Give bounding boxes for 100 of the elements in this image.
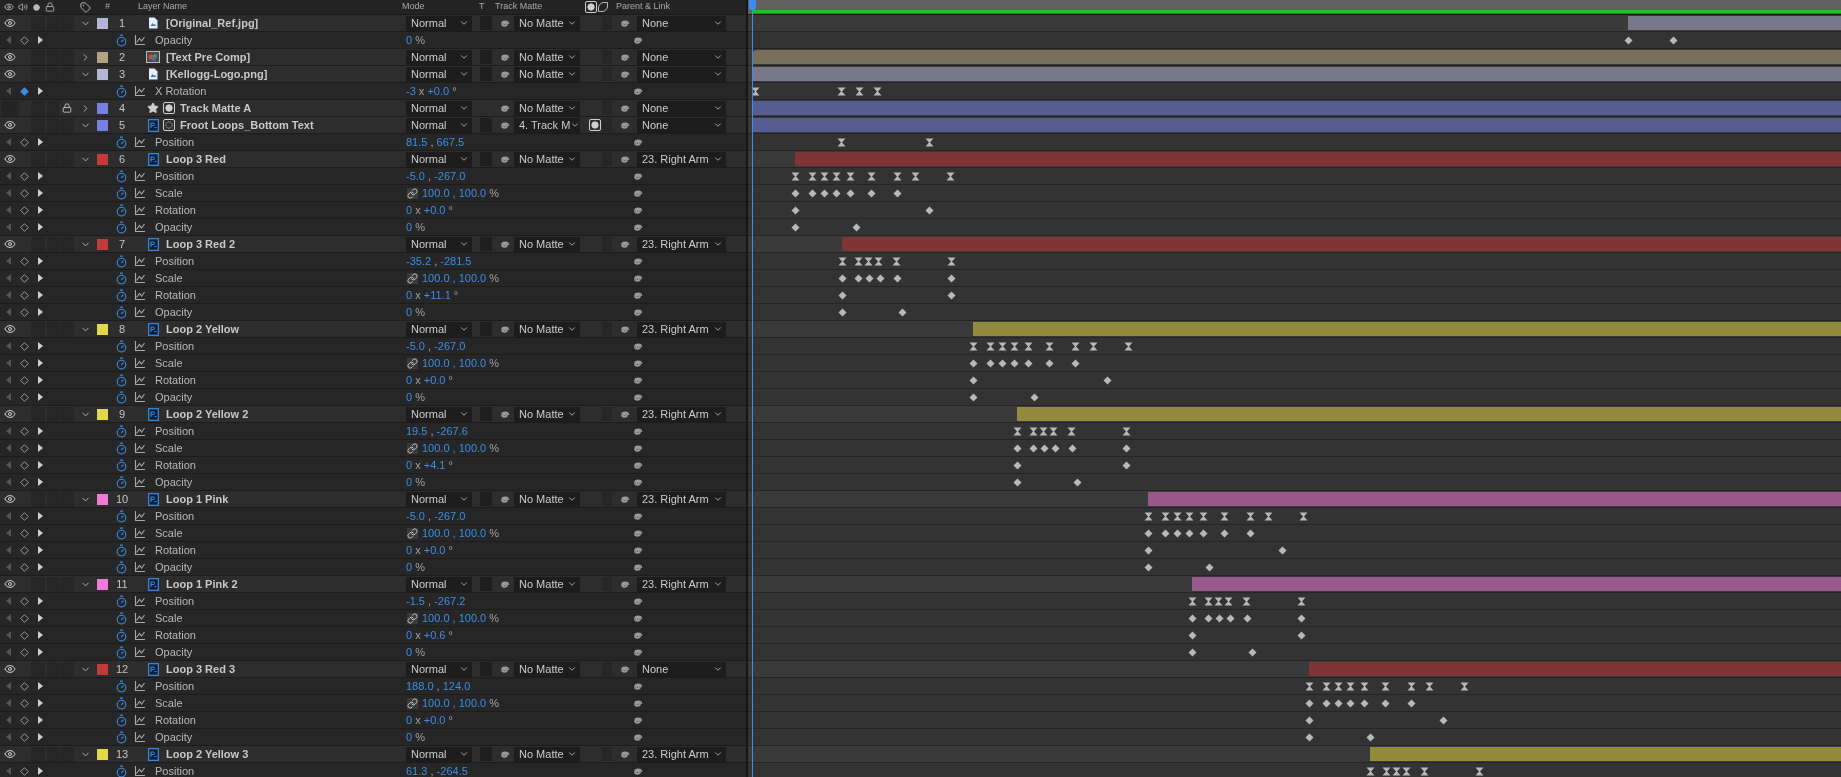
layer-name[interactable]: Loop 3 Red	[166, 150, 226, 168]
column-header[interactable]: T	[479, 0, 495, 14]
property-value[interactable]: 100.0 , 100.0 %	[422, 440, 500, 456]
keyframe-icon[interactable]	[852, 223, 861, 232]
blend-mode-dropdown[interactable]: Normal	[406, 576, 472, 592]
column-header[interactable]: Track Matte	[495, 0, 585, 14]
next-keyframe-icon[interactable]	[38, 359, 43, 367]
property-value[interactable]: 0 x +0.6 °	[406, 627, 453, 643]
stopwatch-icon[interactable]	[115, 305, 128, 319]
label-swatch[interactable]	[97, 663, 108, 675]
track-matte-dropdown[interactable]: No Matte	[514, 236, 580, 252]
graph-icon[interactable]	[134, 697, 146, 709]
next-keyframe-icon[interactable]	[38, 393, 43, 401]
stopwatch-icon[interactable]	[115, 475, 128, 489]
graph-icon[interactable]	[134, 425, 146, 437]
keyframe-toggle[interactable]	[20, 511, 29, 521]
property-value[interactable]: 188.0 , 124.0	[406, 678, 471, 694]
label-swatch[interactable]	[97, 68, 108, 80]
layer-name[interactable]: [Original_Ref.jpg]	[166, 14, 259, 32]
matte-invert-toggle[interactable]	[602, 118, 612, 132]
blend-mode-dropdown[interactable]: Normal	[406, 236, 472, 252]
keyframe-toggle[interactable]	[20, 647, 29, 657]
property-value[interactable]: -3 x +0.0 °	[406, 83, 457, 99]
track-matte-dropdown[interactable]: No Matte	[514, 491, 580, 507]
keyframe-toggle[interactable]	[20, 273, 29, 283]
graph-icon[interactable]	[134, 476, 146, 488]
stopwatch-icon[interactable]	[115, 339, 128, 353]
next-keyframe-icon[interactable]	[38, 461, 43, 469]
property-value[interactable]: 0 %	[406, 559, 425, 575]
track-matte-dropdown[interactable]: No Matte	[514, 151, 580, 167]
keyframe-toggle[interactable]	[20, 545, 29, 555]
property-value[interactable]: -5.0 , -267.0	[406, 508, 466, 524]
stopwatch-icon[interactable]	[115, 271, 128, 285]
keyframe-icon[interactable]	[837, 138, 846, 147]
graph-icon[interactable]	[134, 204, 146, 216]
property-value[interactable]: 0 x +0.0 °	[406, 202, 453, 218]
graph-icon[interactable]	[134, 612, 146, 624]
label-swatch[interactable]	[97, 408, 108, 420]
blend-mode-dropdown[interactable]: Normal	[406, 66, 472, 82]
track-matte-dropdown[interactable]: No Matte	[514, 100, 580, 116]
keyframe-icon[interactable]	[1103, 376, 1112, 385]
property-value[interactable]: 61.3 , -264.5	[406, 763, 468, 777]
keyframe-icon[interactable]	[1248, 648, 1257, 657]
layer-name[interactable]: Track Matte A	[180, 99, 252, 117]
graph-icon[interactable]	[134, 306, 146, 318]
stopwatch-icon[interactable]	[115, 373, 128, 387]
keyframe-toggle[interactable]	[20, 562, 29, 572]
property-value[interactable]: -5.0 , -267.0	[406, 168, 466, 184]
next-keyframe-icon[interactable]	[38, 614, 43, 622]
keyframe-toggle[interactable]	[20, 205, 29, 215]
graph-icon[interactable]	[134, 391, 146, 403]
graph-icon[interactable]	[134, 680, 146, 692]
parent-dropdown[interactable]: None	[637, 49, 726, 65]
link-icon[interactable]	[407, 697, 418, 709]
parent-dropdown[interactable]: 23. Right Arm	[637, 746, 726, 762]
next-keyframe-icon[interactable]	[38, 376, 43, 384]
parent-dropdown[interactable]: 23. Right Arm	[637, 406, 726, 422]
keyframe-icon[interactable]	[751, 87, 760, 96]
graph-icon[interactable]	[134, 187, 146, 199]
keyframe-toggle[interactable]	[20, 766, 29, 776]
keyframe-icon[interactable]	[925, 138, 934, 147]
stopwatch-icon[interactable]	[115, 424, 128, 438]
property-value[interactable]: 0 x +0.0 °	[406, 372, 453, 388]
link-icon[interactable]	[407, 187, 418, 199]
stopwatch-icon[interactable]	[115, 458, 128, 472]
link-icon[interactable]	[407, 442, 418, 454]
label-swatch[interactable]	[97, 119, 108, 131]
track-matte-dropdown[interactable]: 4. Track M	[514, 117, 580, 133]
blend-mode-dropdown[interactable]: Normal	[406, 661, 472, 677]
stopwatch-icon[interactable]	[115, 526, 128, 540]
parent-dropdown[interactable]: None	[637, 100, 726, 116]
keyframe-icon[interactable]	[898, 308, 907, 317]
keyframe-toggle[interactable]	[20, 256, 29, 266]
next-keyframe-icon[interactable]	[38, 563, 43, 571]
parent-dropdown[interactable]: 23. Right Arm	[637, 151, 726, 167]
property-value[interactable]: 100.0 , 100.0 %	[422, 695, 500, 711]
blend-mode-dropdown[interactable]: Normal	[406, 117, 472, 133]
parent-dropdown[interactable]: 23. Right Arm	[637, 491, 726, 507]
graph-icon[interactable]	[134, 442, 146, 454]
property-value[interactable]: 0 x +11.1 °	[406, 287, 459, 303]
stopwatch-icon[interactable]	[115, 220, 128, 234]
parent-dropdown[interactable]: None	[637, 661, 726, 677]
next-keyframe-icon[interactable]	[38, 648, 43, 656]
graph-icon[interactable]	[134, 527, 146, 539]
property-value[interactable]: -5.0 , -267.0	[406, 338, 466, 354]
keyframe-toggle[interactable]	[20, 732, 29, 742]
keyframe-toggle[interactable]	[20, 477, 29, 487]
stopwatch-icon[interactable]	[115, 679, 128, 693]
next-keyframe-icon[interactable]	[38, 342, 43, 350]
property-value[interactable]: -35.2 , -281.5	[406, 253, 472, 269]
keyframe-toggle[interactable]	[20, 443, 29, 453]
blend-mode-dropdown[interactable]: Normal	[406, 151, 472, 167]
parent-dropdown[interactable]: None	[637, 117, 726, 133]
graph-icon[interactable]	[134, 374, 146, 386]
graph-icon[interactable]	[134, 272, 146, 284]
property-value[interactable]: 0 %	[406, 304, 425, 320]
property-value[interactable]: 19.5 , -267.6	[406, 423, 468, 439]
keyframe-toggle[interactable]	[20, 715, 29, 725]
layer-name[interactable]: Loop 1 Pink 2	[166, 575, 238, 593]
next-keyframe-icon[interactable]	[38, 257, 43, 265]
